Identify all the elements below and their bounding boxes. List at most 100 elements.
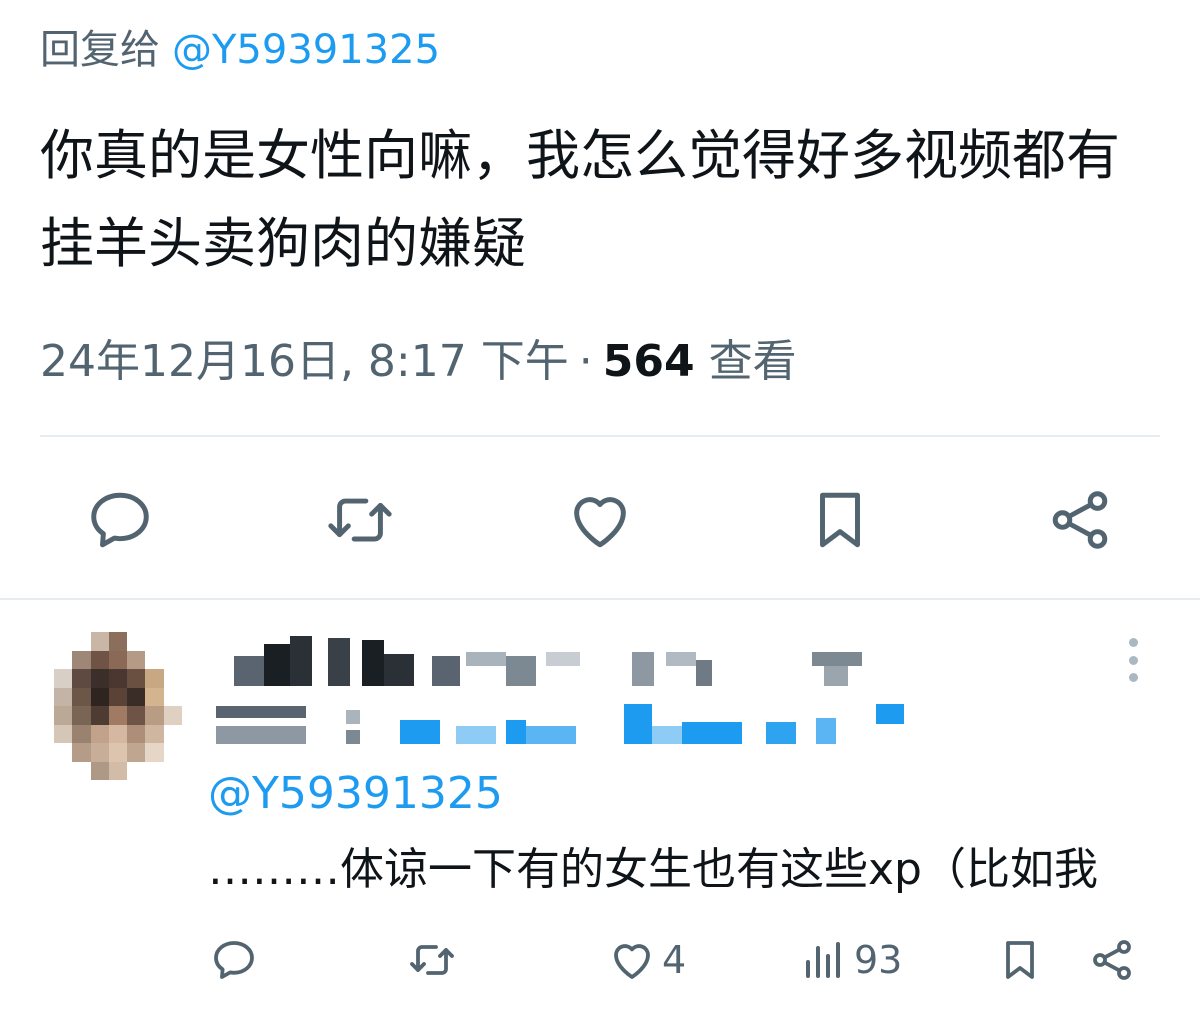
bookmark-icon (820, 492, 860, 548)
avatar-pixel (54, 706, 73, 725)
avatar[interactable] (54, 632, 182, 780)
more-options-button[interactable] (1120, 638, 1146, 682)
more-dot (1128, 673, 1138, 682)
avatar-pixel (127, 632, 146, 651)
avatar-pixel (108, 761, 128, 780)
bookmark-icon (1006, 941, 1034, 979)
avatar-pixel (108, 687, 128, 706)
blurred-handle (216, 700, 916, 750)
avatar-pixel (90, 632, 109, 651)
avatar-pixel (145, 669, 164, 688)
like-count: 4 (662, 938, 687, 982)
avatar-pixel (163, 650, 182, 669)
avatar-pixel (90, 669, 109, 688)
reply-icon (91, 492, 149, 548)
blurred-display-name (216, 630, 916, 690)
avatar-pixel (127, 669, 146, 688)
reply-to-handle-link[interactable]: @Y59391325 (172, 27, 440, 73)
reply-mention-link[interactable]: @Y59391325 (208, 766, 503, 822)
avatar-pixel (163, 761, 182, 780)
reply-reply-button[interactable] (210, 930, 258, 990)
reply-like-button[interactable]: 4 (608, 930, 686, 990)
more-dot (1128, 638, 1138, 647)
avatar-pixel (127, 706, 146, 725)
avatar-pixel (163, 669, 182, 688)
retweet-icon (328, 498, 392, 542)
avatar-pixel (127, 743, 146, 762)
avatar-pixel (145, 743, 164, 762)
avatar-pixel (72, 650, 91, 669)
more-dot (1128, 655, 1138, 665)
avatar-pixel (90, 724, 109, 743)
avatar-pixel (145, 650, 164, 669)
like-button[interactable] (560, 480, 640, 560)
avatar-pixel (54, 632, 73, 651)
retweet-icon (410, 945, 454, 975)
avatar-pixel (72, 724, 91, 743)
reply-retweet-button[interactable] (408, 930, 456, 990)
bookmark-button[interactable] (800, 480, 880, 560)
reply-share-button[interactable] (1088, 930, 1136, 990)
tweet-action-bar (0, 480, 1200, 560)
avatar-pixel (90, 706, 109, 725)
avatar-pixel (108, 724, 128, 743)
views-count: 564 (602, 336, 695, 387)
retweet-button[interactable] (320, 480, 400, 560)
avatar-pixel (90, 650, 109, 669)
avatar-pixel (145, 724, 164, 743)
avatar-pixel (54, 724, 73, 743)
reply-views-button[interactable]: 93 (800, 930, 902, 990)
avatar-pixel (90, 761, 109, 780)
heart-icon (574, 497, 626, 548)
share-button[interactable] (1040, 480, 1120, 560)
avatar-pixel (163, 687, 182, 706)
avatar-pixel (54, 650, 73, 669)
heart-icon (614, 944, 650, 979)
avatar-pixel (145, 706, 164, 725)
meta-separator: · (578, 336, 593, 387)
avatar-pixel (90, 743, 109, 762)
avatar-pixel (108, 632, 128, 651)
tweet-timestamp[interactable]: 24年12月16日, 8:17 下午 (40, 336, 569, 387)
avatar-pixel (72, 669, 91, 688)
views-label: 查看 (708, 336, 797, 387)
reply-to-line: 回复给 @Y59391325 (40, 24, 440, 76)
avatar-pixel (72, 687, 91, 706)
tweet-text: 你真的是女性向嘛，我怎么觉得好多视频都有挂羊头卖狗肉的嫌疑 (40, 124, 1120, 275)
analytics-icon (806, 942, 840, 978)
avatar-pixel (145, 687, 164, 706)
avatar-pixel (54, 669, 73, 688)
reply-bookmark-button[interactable] (996, 930, 1044, 990)
avatar-pixel (54, 761, 73, 780)
avatar-pixel (72, 632, 91, 651)
avatar-pixel (108, 706, 128, 725)
avatar-pixel (163, 632, 182, 651)
share-icon (1052, 491, 1108, 549)
avatar-pixel (108, 743, 128, 762)
avatar-pixel (163, 743, 182, 762)
reply-button[interactable] (80, 480, 160, 560)
avatar-pixel (145, 632, 164, 651)
avatar-pixel (72, 743, 91, 762)
avatar-pixel (54, 687, 73, 706)
avatar-pixel (90, 687, 109, 706)
avatar-pixel (72, 706, 91, 725)
reply-card[interactable]: @Y59391325 ………体谅一下有的女生也有这些xp（比如我 4 93 (0, 600, 1200, 1033)
avatar-pixel (127, 687, 146, 706)
reply-to-label: 回复给 (40, 27, 160, 73)
avatar-pixel (163, 706, 182, 725)
avatar-pixel (145, 761, 164, 780)
avatar-pixel (54, 743, 73, 762)
avatar-pixel (163, 724, 182, 743)
avatar-pixel (108, 650, 128, 669)
avatar-pixel (127, 724, 146, 743)
avatar-pixel (127, 650, 146, 669)
reply-action-bar: 4 93 (0, 930, 1200, 990)
tweet-meta: 24年12月16日, 8:17 下午 · 564 查看 (40, 332, 797, 392)
reply-icon (214, 941, 254, 979)
avatar-pixel (108, 669, 128, 688)
share-icon (1093, 940, 1131, 980)
avatar-pixel (72, 761, 91, 780)
divider (40, 435, 1160, 437)
avatar-pixel (127, 761, 146, 780)
